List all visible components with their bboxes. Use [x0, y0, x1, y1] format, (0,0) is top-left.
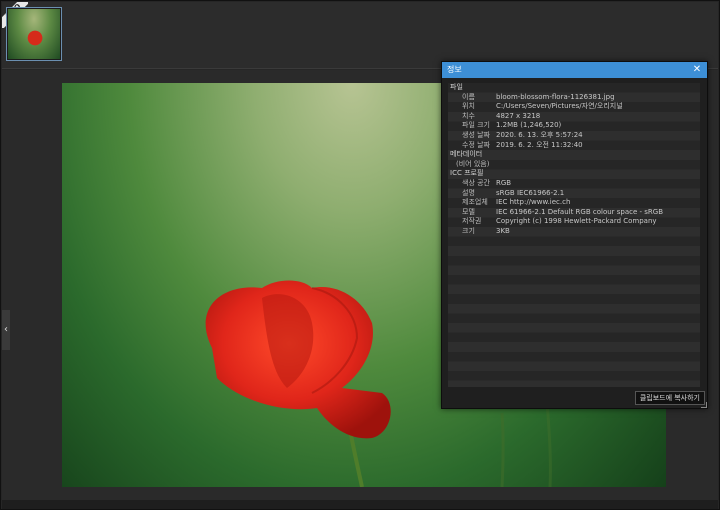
section-header-icc-profile: ICC 프로필 — [450, 169, 484, 178]
close-icon[interactable]: ✕ — [691, 62, 703, 78]
thumbnail-item[interactable] — [6, 7, 62, 61]
info-row: 설명 sRGB IEC61966-2.1 — [462, 188, 565, 197]
info-table: 파일 이름 bloom-blossom-flora-1126381.jpg 위치 C… — [448, 83, 700, 387]
info-row: 크기 3KB — [462, 226, 510, 235]
info-row: 모델 IEC 61966-2.1 Default RGB colour space… — [462, 207, 664, 216]
info-panel-title: 정보 — [447, 65, 462, 74]
info-row: (비어 있음) — [456, 159, 490, 168]
section-header-metadata: 메타데이터 — [450, 150, 483, 159]
section-header-file: 파일 — [450, 83, 463, 91]
info-row: 저작권 Copyright (c) 1998 Hewlett-Packard Co… — [462, 217, 657, 226]
thumbnail-strip: PRO — [2, 2, 718, 69]
info-row: 위치 C:/Users/Seven/Pictures/자연/오리지널 — [462, 102, 623, 111]
info-row: 수정 날짜 2019. 6. 2. 오전 11:32:40 — [462, 140, 583, 149]
info-row: 제조업체 IEC http://www.iec.ch — [462, 198, 571, 207]
info-row: 색상 공간 RGB — [462, 178, 512, 187]
info-panel-titlebar[interactable]: 정보 ✕ — [442, 62, 707, 78]
background-stem-2 — [545, 402, 552, 487]
info-row: 이름 bloom-blossom-flora-1126381.jpg — [462, 92, 615, 101]
info-row: 파일 크기 1.2MB (1,246,520) — [462, 121, 562, 130]
info-row: 치수 4827 x 3218 — [462, 111, 541, 120]
background-stem — [500, 412, 505, 487]
previous-image-button[interactable]: ‹ — [2, 310, 10, 350]
thumbnail-image — [8, 9, 60, 59]
resize-grip[interactable] — [701, 402, 707, 408]
info-panel: 정보 ✕ 파일 이름 bloom-blossom-flora-1126381.jp… — [441, 61, 708, 409]
info-row: 생성 날짜 2020. 6. 13. 오후 5:57:24 — [462, 130, 583, 139]
chevron-left-icon: ‹ — [4, 324, 8, 335]
copy-to-clipboard-button[interactable]: 클립보드에 복사하기 — [634, 391, 705, 405]
status-bar — [2, 500, 718, 509]
